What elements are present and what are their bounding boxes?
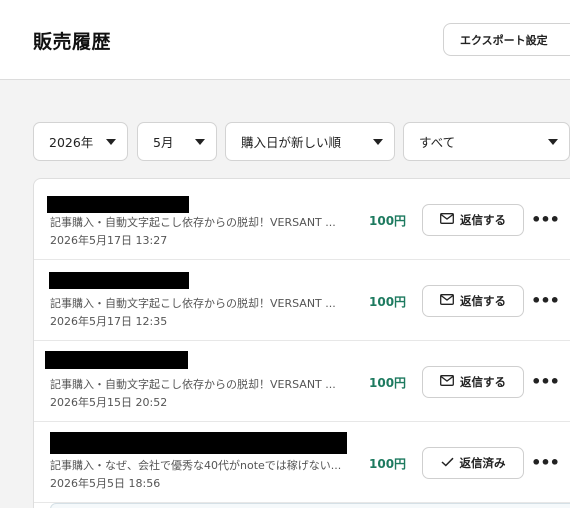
sale-title: 記事購入・なぜ、会社で優秀な40代がnoteでは稼げない... [50,459,342,472]
caret-down-icon [548,139,558,145]
sale-title: 記事購入・自動文字起こし依存からの脱却！VERSANT ... [50,216,336,229]
sale-date: 2026年5月17日 12:35 [50,315,168,328]
replied-button[interactable]: 返信済み [422,447,524,479]
redacted-buyer [47,196,189,213]
more-options-icon[interactable]: ••• [531,371,560,391]
mail-icon [440,213,454,227]
mail-icon [440,375,454,389]
replied-button-label: 返信済み [459,456,506,470]
sale-title: 記事購入・自動文字起こし依存からの脱却！VERSANT ... [50,297,336,310]
sale-price: 100円 [369,376,407,390]
sort-select[interactable]: 購入日が新しい順 [225,122,395,161]
sale-row: 記事購入・自動文字起こし依存からの脱却！VERSANT ... 2026年5月1… [34,341,570,422]
sale-price: 100円 [369,295,407,309]
caret-down-icon [195,139,205,145]
caret-down-icon [373,139,383,145]
page-title: 販売履歴 [33,31,112,53]
year-select[interactable]: 2026年 [33,122,128,161]
export-settings-button[interactable]: エクスポート設定 [443,23,570,56]
redacted-buyer [50,432,347,454]
sales-list: 記事購入・自動文字起こし依存からの脱却！VERSANT ... 2026年5月1… [33,178,570,508]
reply-button-label: 返信する [460,294,506,308]
reply-button[interactable]: 返信する [422,204,524,236]
sale-row: 記事購入・自動文字起こし依存からの脱却！VERSANT ... 2026年5月1… [34,260,570,341]
type-select[interactable]: すべて [403,122,570,161]
reply-preview-box [50,503,570,508]
month-select-value: 5月 [153,135,174,150]
type-select-value: すべて [419,135,456,150]
sale-row: 記事購入・なぜ、会社で優秀な40代がnoteでは稼げない... 2026年5月5… [34,422,570,503]
check-icon [440,456,454,470]
reply-button-label: 返信する [460,375,506,389]
redacted-buyer [49,272,189,289]
sale-date: 2026年5月15日 20:52 [50,396,168,409]
more-options-icon[interactable]: ••• [531,209,560,229]
more-options-icon[interactable]: ••• [531,452,560,472]
reply-button[interactable]: 返信する [422,366,524,398]
header: 販売履歴 エクスポート設定 [0,0,570,80]
sale-date: 2026年5月17日 13:27 [50,234,168,247]
reply-button[interactable]: 返信する [422,285,524,317]
redacted-buyer [45,351,188,369]
month-select[interactable]: 5月 [137,122,217,161]
sort-select-value: 購入日が新しい順 [241,135,342,150]
sale-title: 記事購入・自動文字起こし依存からの脱却！VERSANT ... [50,378,336,391]
more-options-icon[interactable]: ••• [531,290,560,310]
year-select-value: 2026年 [49,135,94,150]
caret-down-icon [106,139,116,145]
sale-price: 100円 [369,457,407,471]
sale-price: 100円 [369,214,407,228]
mail-icon [440,294,454,308]
reply-button-label: 返信する [460,213,506,227]
sale-row: 記事購入・自動文字起こし依存からの脱却！VERSANT ... 2026年5月1… [34,179,570,260]
sale-date: 2026年5月5日 18:56 [50,477,161,490]
